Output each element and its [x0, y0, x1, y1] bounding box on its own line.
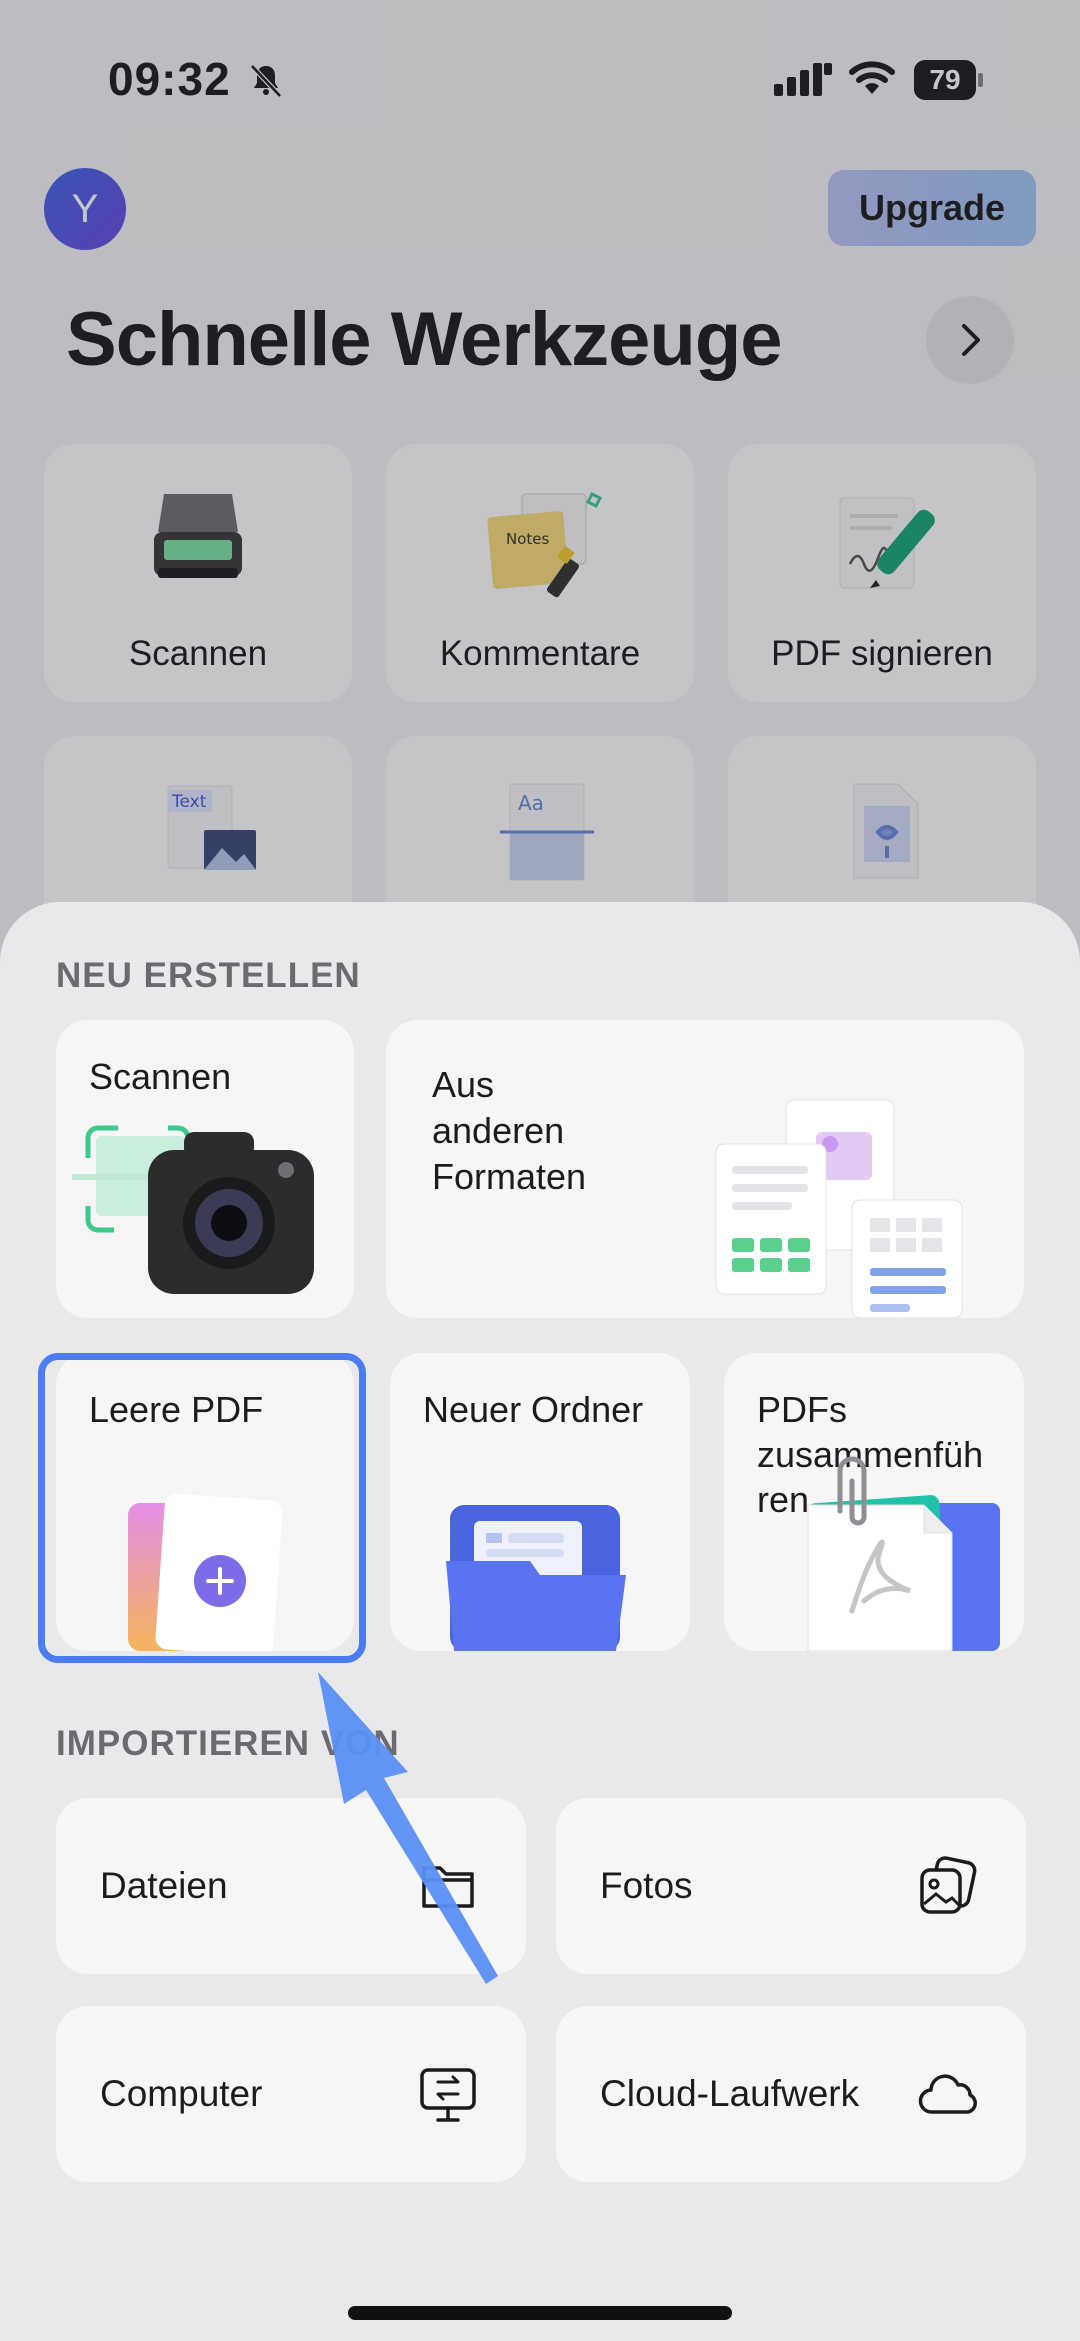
create-merge-pdfs-card[interactable]: PDFs zusammenfüh ren: [724, 1353, 1024, 1651]
merge-pdf-icon: [807, 1456, 1000, 1651]
import-computer-button[interactable]: Computer: [56, 2006, 526, 2182]
folder-icon: [422, 1866, 474, 1908]
import-label: Dateien: [100, 1865, 228, 1906]
create-new-folder-card[interactable]: Neuer Ordner: [390, 1353, 690, 1651]
selection-highlight: [38, 1353, 366, 1663]
photos-icon: [920, 1856, 977, 1914]
create-section-heading: NEU ERSTELLEN: [56, 956, 361, 995]
import-photos-button[interactable]: Fotos: [556, 1798, 1026, 1974]
camera-icon: [72, 1125, 314, 1294]
import-label: Cloud-Laufwerk: [600, 2073, 860, 2114]
documents-icon: [715, 1099, 963, 1318]
folder-icon: [446, 1505, 626, 1651]
import-section-heading: IMPORTIEREN VON: [56, 1724, 400, 1763]
create-from-formats-card[interactable]: Aus anderen Formaten: [386, 1020, 1024, 1318]
import-files-button[interactable]: Dateien: [56, 1798, 526, 1974]
computer-transfer-icon: [420, 2068, 476, 2122]
import-label: Fotos: [600, 1865, 693, 1906]
import-cloud-button[interactable]: Cloud-Laufwerk: [556, 2006, 1026, 2182]
create-scan-card[interactable]: Scannen: [56, 1020, 354, 1318]
cloud-icon: [918, 2074, 977, 2114]
home-indicator[interactable]: [348, 2306, 732, 2320]
import-label: Computer: [100, 2073, 263, 2114]
